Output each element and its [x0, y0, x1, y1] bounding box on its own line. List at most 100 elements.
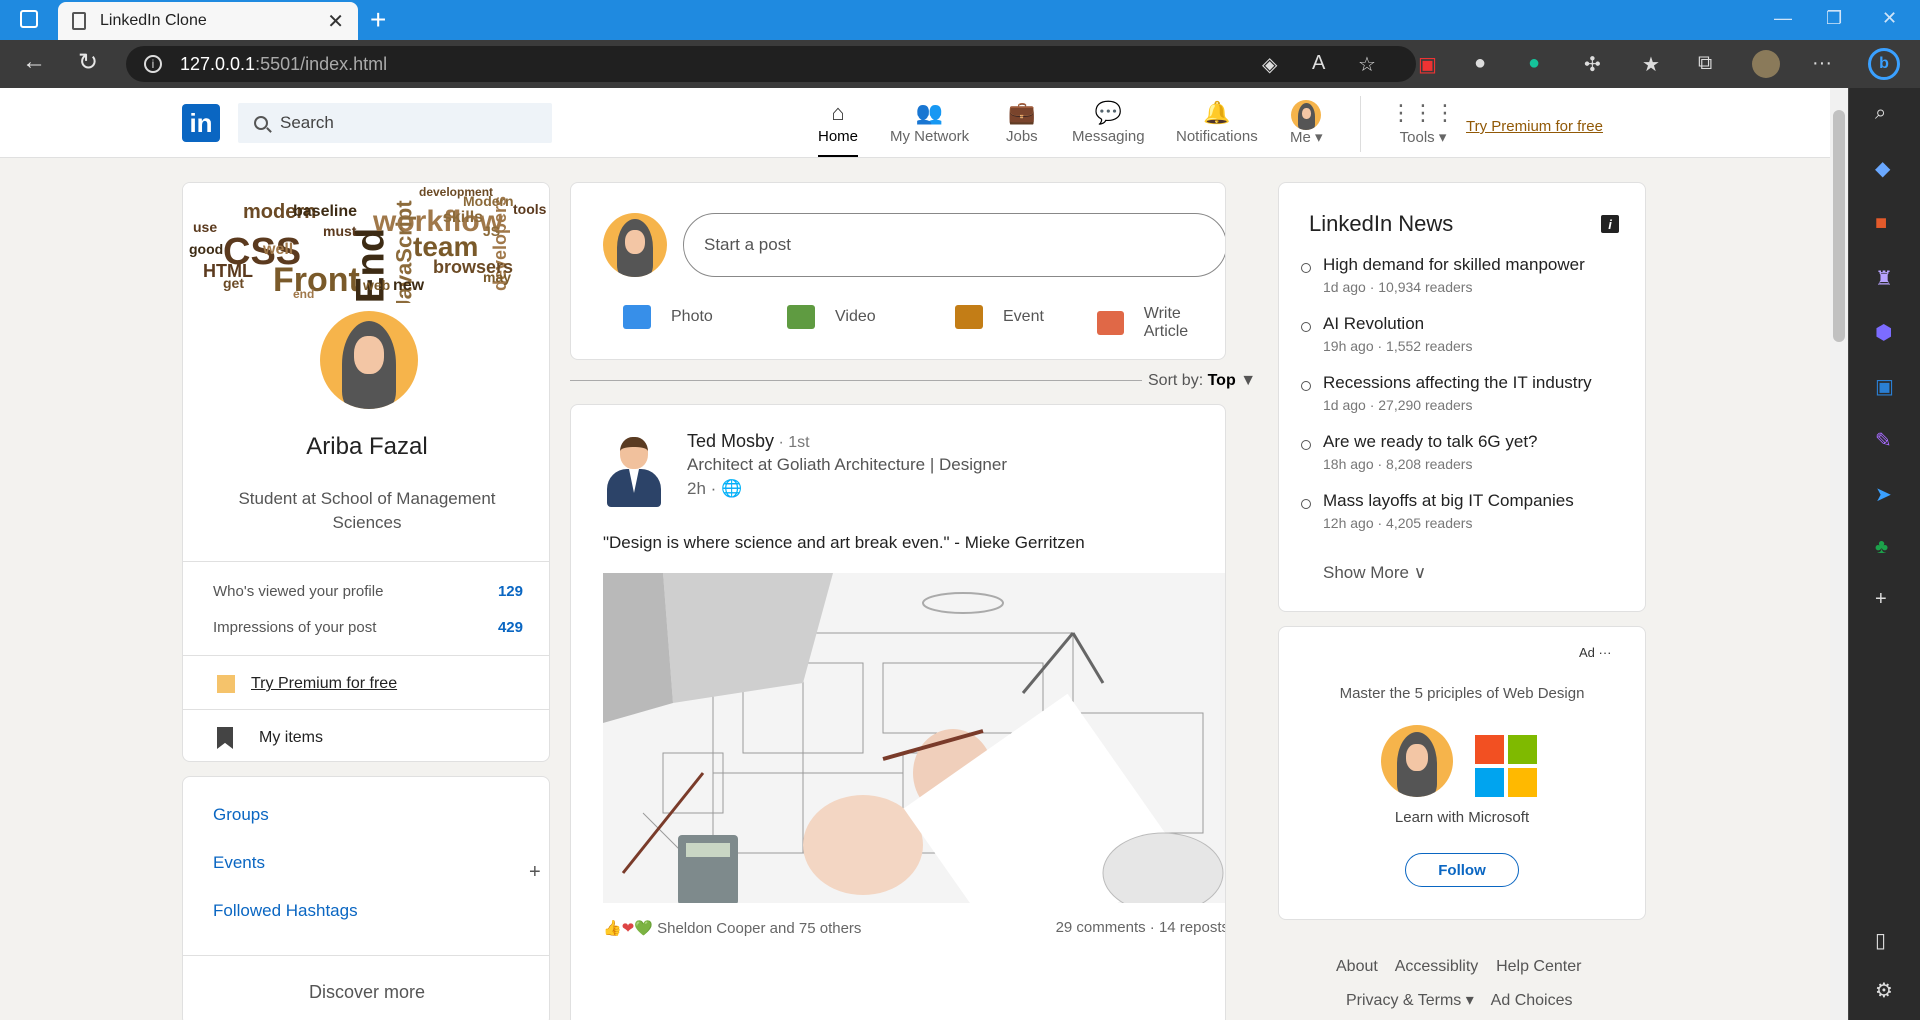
extension-shield-icon[interactable]: ▣ [1418, 52, 1437, 77]
grammarly-icon[interactable]: ● [1528, 52, 1540, 75]
copilot-icon[interactable]: b [1868, 48, 1900, 80]
more-icon[interactable]: ··· [1812, 52, 1832, 75]
privacy-terms-link[interactable]: Privacy & Terms ▾ [1346, 992, 1474, 1009]
composer-avatar[interactable] [603, 213, 667, 277]
favorites-icon[interactable]: ★ [1642, 52, 1660, 77]
video-button[interactable]: Video [787, 305, 876, 329]
discover-more-button[interactable]: Discover more [183, 982, 549, 1003]
page-scrollbar[interactable] [1830, 88, 1848, 1020]
search-icon [254, 116, 268, 130]
tools-icon[interactable]: ■ [1875, 212, 1887, 235]
write-article-button[interactable]: Write Article [1097, 305, 1225, 341]
site-info-icon[interactable]: i [144, 55, 162, 73]
telegram-icon[interactable]: ➤ [1875, 482, 1892, 507]
search-icon[interactable]: ⌕ [1875, 102, 1886, 125]
profile-views-stat[interactable]: Who's viewed your profile 129 [213, 583, 523, 600]
footer-row-2: Privacy & Terms ▾ Ad Choices [1346, 990, 1573, 1010]
linkedin-header: in Search ⌂ Home 👥 My Network 💼 Jobs 💬 M… [0, 88, 1830, 158]
info-icon[interactable]: i [1601, 215, 1619, 233]
try-premium-link[interactable]: Try Premium for free [1466, 118, 1603, 135]
stat-value: 129 [497, 583, 523, 600]
close-window-icon[interactable]: ✕ [1882, 8, 1897, 29]
news-item[interactable]: Are we ready to talk 6G yet? 18h ago · 8… [1301, 432, 1538, 472]
extension-circle-icon[interactable]: ● [1474, 52, 1486, 75]
poster-name[interactable]: Ted Mosby · 1st [687, 431, 810, 452]
new-tab-icon[interactable]: + [370, 4, 386, 36]
restore-icon[interactable]: ❐ [1826, 8, 1842, 29]
refresh-icon[interactable]: ↻ [78, 48, 98, 77]
ad-card: Ad ··· Master the 5 priciples of Web Des… [1278, 626, 1646, 920]
cover-word: new [393, 277, 425, 294]
reactions-summary[interactable]: 👍❤💚 Sheldon Cooper and 75 others [603, 919, 861, 937]
sidebar-panel-icon[interactable]: ▯ [1875, 928, 1886, 953]
followed-hashtags-link[interactable]: Followed Hashtags [213, 901, 358, 921]
settings-icon[interactable]: ⚙ [1875, 978, 1893, 1003]
post-engagement: 👍❤💚 Sheldon Cooper and 75 others 29 comm… [603, 919, 1225, 937]
event-button[interactable]: Event [955, 305, 1044, 329]
outlook-icon[interactable]: ▣ [1875, 374, 1894, 399]
ad-choices-link[interactable]: Ad Choices [1491, 992, 1573, 1009]
news-item[interactable]: Recessions affecting the IT industry 1d … [1301, 373, 1592, 413]
start-post-input[interactable]: Start a post [683, 213, 1225, 277]
nav-me[interactable]: Me ▾ [1290, 100, 1323, 146]
coupon-icon[interactable]: ◈ [1262, 52, 1277, 77]
news-item[interactable]: High demand for skilled manpower 1d ago … [1301, 255, 1585, 295]
chevron-down-icon: ▼ [1240, 372, 1257, 389]
nav-notifications[interactable]: 🔔 Notifications [1176, 100, 1258, 145]
ad-label[interactable]: Ad ··· [1579, 645, 1612, 660]
profile-avatar[interactable] [320, 311, 418, 409]
news-meta: 1d ago · 27,290 readers [1323, 397, 1473, 413]
news-item[interactable]: AI Revolution 19h ago · 1,552 readers [1300, 314, 1472, 354]
nav-my-network[interactable]: 👥 My Network [890, 100, 969, 145]
nav-jobs[interactable]: 💼 Jobs [1006, 100, 1038, 145]
profile-name[interactable]: Ariba Fazal [183, 433, 549, 461]
collections-icon[interactable]: ⧉ [1698, 52, 1712, 75]
groups-link[interactable]: Groups [213, 805, 269, 825]
about-link[interactable]: About [1336, 958, 1378, 975]
address-bar[interactable]: i 127.0.0.1:5501/index.html [126, 46, 1416, 82]
linkedin-logo[interactable]: in [182, 104, 220, 142]
back-icon[interactable]: ← [22, 48, 46, 76]
premium-icon [217, 675, 235, 693]
post-text: "Design is where science and art break e… [603, 533, 1085, 552]
close-tab-icon[interactable]: ✕ [327, 9, 344, 34]
browser-profile-avatar[interactable] [1752, 50, 1780, 78]
accessibility-link[interactable]: Accessiblity [1395, 958, 1479, 975]
read-aloud-icon[interactable]: A [1312, 52, 1325, 75]
events-link[interactable]: Events [213, 853, 265, 873]
nav-messaging[interactable]: 💬 Messaging [1072, 100, 1145, 145]
cover-word: baseline [293, 203, 358, 220]
shopping-icon[interactable]: ◆ [1875, 156, 1890, 181]
designer-icon[interactable]: ✎ [1875, 428, 1892, 453]
follow-button[interactable]: Follow [1405, 853, 1519, 887]
extensions-icon[interactable]: ✣ [1584, 52, 1601, 77]
nav-home[interactable]: ⌂ Home [818, 100, 859, 157]
my-items-link[interactable]: My items [217, 727, 323, 749]
tab-actions-icon[interactable] [20, 10, 38, 28]
minimize-icon[interactable]: — [1774, 8, 1792, 29]
add-event-icon[interactable]: + [529, 861, 541, 884]
news-card: LinkedIn News i High demand for skilled … [1278, 182, 1646, 612]
photo-button[interactable]: Photo [623, 305, 713, 329]
show-more-button[interactable]: Show More ∨ [1323, 563, 1426, 583]
poster-avatar[interactable] [603, 435, 665, 507]
help-center-link[interactable]: Help Center [1496, 958, 1581, 975]
nav-tools[interactable]: ⋮⋮⋮ Tools ▾ [1390, 100, 1456, 146]
add-app-icon[interactable]: + [1875, 588, 1887, 611]
comments-reposts[interactable]: 29 comments · 14 reposts [1056, 919, 1225, 937]
tree-icon[interactable]: ♣ [1875, 536, 1888, 559]
post-image-blueprint[interactable] [603, 573, 1225, 903]
search-input[interactable]: Search [238, 103, 552, 143]
browser-tab[interactable]: LinkedIn Clone ✕ [58, 2, 358, 40]
home-icon: ⌂ [831, 100, 845, 125]
premium-link[interactable]: Try Premium for free [217, 675, 397, 693]
favorite-icon[interactable]: ☆ [1358, 52, 1376, 77]
post-impressions-stat[interactable]: Impressions of your post 429 [213, 619, 523, 636]
cover-word: web [363, 277, 391, 293]
games-icon[interactable]: ♜ [1875, 266, 1893, 291]
ad-subtitle: Learn with Microsoft [1394, 809, 1530, 826]
sort-dropdown[interactable]: Sort by: Top ▼ [1148, 372, 1256, 390]
copilot-app-icon[interactable]: ⬢ [1875, 320, 1892, 345]
news-item[interactable]: Mass layoffs at big IT Companies 12h ago… [1301, 491, 1574, 531]
scrollbar-thumb[interactable] [1833, 110, 1845, 342]
